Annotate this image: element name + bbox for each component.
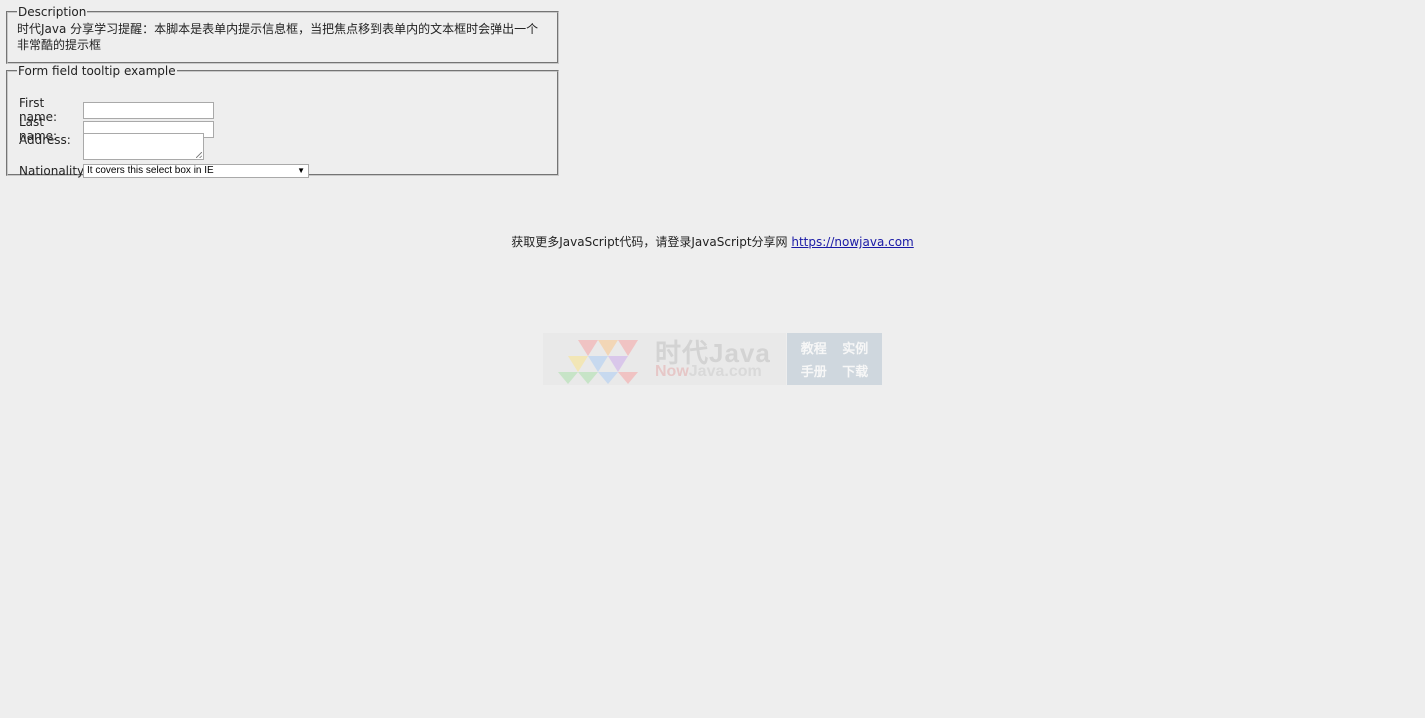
address-label: Address: [19,133,71,147]
watermark-tag: 下载 [842,365,869,380]
watermark-tag: 实例 [842,342,869,357]
nowjava-logo-watermark: 时代Java NowJava.com 教程 实例 手册 下载 [543,333,882,385]
resize-grip-icon[interactable] [196,152,202,158]
footer: 获取更多JavaScript代码，请登录JavaScript分享网 https:… [0,233,1425,250]
address-row: Address: [19,133,204,160]
nationality-selected-value: It covers this select box in IE [87,165,214,176]
address-textarea[interactable] [83,133,204,160]
nationality-select[interactable]: It covers this select box in IE ▼ [83,164,309,178]
watermark-tag: 教程 [800,342,827,357]
triangle-logo-icon [558,340,638,384]
watermark-logo-panel: 时代Java NowJava.com [543,333,786,385]
description-fieldset: Description 时代Java 分享学习提醒：本脚本是表单内提示信息框，当… [6,5,559,64]
chevron-down-icon: ▼ [297,166,305,175]
footer-text: 获取更多JavaScript代码，请登录JavaScript分享网 [511,235,788,249]
watermark-sub-now: Now [655,363,689,380]
nationality-row: Nationality It covers this select box in… [19,164,309,178]
footer-link[interactable]: https://nowjava.com [791,235,913,249]
nationality-label: Nationality [19,164,85,178]
page: Description 时代Java 分享学习提醒：本脚本是表单内提示信息框，当… [0,0,1425,718]
watermark-subtitle: NowJava.com [655,363,762,381]
watermark-sub-rest: Java.com [688,363,762,380]
tooltip-form-fieldset: Form field tooltip example First name: L… [6,64,559,178]
description-text: 时代Java 分享学习提醒：本脚本是表单内提示信息框，当把焦点移到表单内的文本框… [17,22,539,52]
watermark-tag: 手册 [800,365,827,380]
description-legend: Description [18,5,87,19]
form-legend: Form field tooltip example [18,64,176,78]
watermark-tags-panel: 教程 实例 手册 下载 [787,333,882,385]
